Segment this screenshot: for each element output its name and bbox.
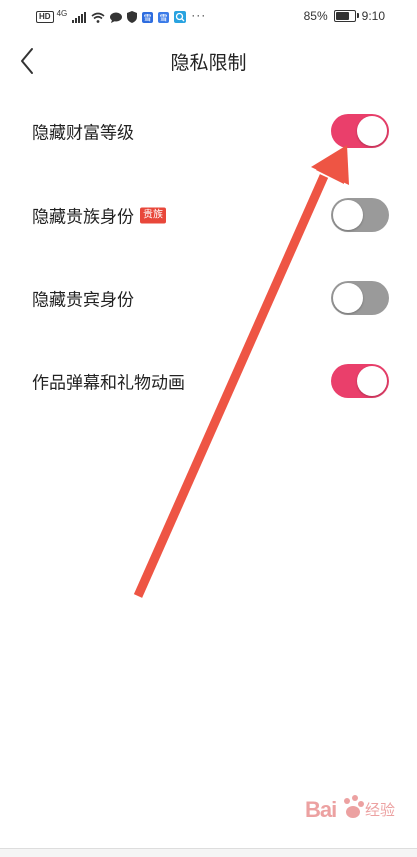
more-notifications-icon: ··· (191, 8, 207, 22)
paw-icon (344, 795, 364, 818)
page-title: 隐私限制 (170, 52, 247, 74)
toggle-knob (357, 116, 387, 146)
status-icons-right: 85% 9:10 (304, 9, 385, 23)
header: 隐私限制 (0, 38, 417, 86)
network-type: 4G (56, 8, 68, 18)
setting-label-text: 作品弹幕和礼物动画 (32, 373, 185, 394)
svg-text:雪: 雪 (160, 13, 168, 22)
shield-icon (127, 11, 138, 23)
toggle-knob (333, 200, 363, 230)
bottom-bar (0, 848, 417, 857)
setting-row-hide-noble-identity: 隐藏贵族身份 贵族 (0, 185, 417, 245)
setting-label-text: 隐藏财富等级 (32, 123, 134, 144)
baidu-watermark: Bai 经验 (305, 789, 401, 829)
signal-icon (72, 11, 87, 23)
battery-percent: 85% (303, 9, 328, 23)
setting-row-danmaku-gift-animation: 作品弹幕和礼物动画 (0, 351, 417, 411)
watermark-text: Bai (305, 797, 337, 822)
hide-wealth-level-toggle[interactable] (331, 114, 389, 148)
toggle-knob (357, 366, 387, 396)
setting-label: 隐藏财富等级 (32, 119, 134, 144)
setting-label-text: 隐藏贵族身份 (32, 207, 134, 228)
status-icons-left: HD 4G 雪 雪 ··· (36, 8, 207, 24)
chat-icon (110, 12, 123, 23)
setting-label: 隐藏贵宾身份 (32, 286, 134, 311)
wifi-icon (91, 12, 105, 23)
app-icon-blue: 雪 (142, 11, 154, 23)
hide-noble-identity-toggle[interactable] (331, 198, 389, 232)
status-bar: HD 4G 雪 雪 ··· 85% 9:10 (0, 0, 417, 34)
clock: 9:10 (361, 9, 385, 23)
noble-badge: 贵族 (140, 207, 166, 223)
danmaku-gift-animation-toggle[interactable] (331, 364, 389, 398)
hd-icon: HD (36, 11, 54, 23)
hide-vip-identity-toggle[interactable] (331, 281, 389, 315)
search-app-icon (174, 11, 187, 23)
setting-label-text: 隐藏贵宾身份 (32, 290, 134, 311)
setting-row-hide-vip-identity: 隐藏贵宾身份 (0, 268, 417, 328)
app-icon-blue-2: 雪 (158, 11, 170, 23)
setting-row-hide-wealth-level: 隐藏财富等级 (0, 101, 417, 161)
svg-text:雪: 雪 (144, 13, 152, 22)
toggle-knob (333, 283, 363, 313)
setting-label: 隐藏贵族身份 贵族 (32, 203, 166, 228)
battery-icon (333, 10, 359, 22)
watermark-sub: 经验 (365, 801, 396, 819)
setting-label: 作品弹幕和礼物动画 (32, 369, 185, 394)
